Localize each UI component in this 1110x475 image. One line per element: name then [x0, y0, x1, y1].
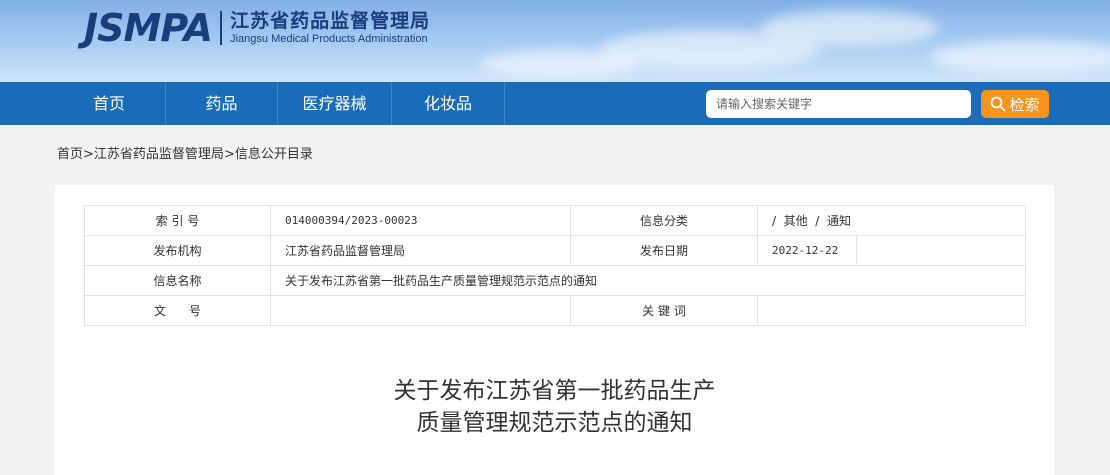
breadcrumb-item-agency[interactable]: 江苏省药品监督管理局: [94, 147, 224, 162]
keywords-label: 关 键 词: [570, 295, 758, 326]
date-value: 2022-12-22: [757, 235, 857, 266]
banner-cloud: [930, 40, 1110, 74]
search-button-label: 检索: [1009, 95, 1040, 114]
category-label: 信息分类: [570, 205, 758, 236]
docno-value: [270, 295, 571, 326]
name-value: 关于发布江苏省第一批药品生产质量管理规范示范点的通知: [269, 265, 1027, 296]
breadcrumb-item-home[interactable]: 首页: [57, 147, 83, 162]
info-table: 索 引 号 014000394/2023-00023 信息分类 / 其他 / 通…: [84, 205, 1027, 326]
logo-names: 江苏省药品监督管理局 Jiangsu Medical Products Admi…: [230, 10, 430, 46]
nav-list: 首页 药品 医疗器械 化妆品: [53, 82, 505, 125]
nav-item-medical-devices[interactable]: 医疗器械: [278, 82, 392, 125]
logo-divider: [220, 11, 223, 45]
logo-abbr: JSMPA: [84, 6, 213, 50]
banner-cloud: [760, 10, 940, 46]
org-name-cn: 江苏省药品监督管理局: [230, 10, 431, 32]
article-title: 关于发布江苏省第一批药品生产 质量管理规范示范点的通知: [55, 375, 1054, 439]
breadcrumb-separator: >: [223, 147, 235, 162]
org-name-en: Jiangsu Medical Products Administration: [230, 33, 428, 45]
nav-item-home[interactable]: 首页: [53, 82, 166, 125]
index-value: 014000394/2023-00023: [270, 205, 571, 236]
nav-item-cosmetics[interactable]: 化妆品: [392, 82, 505, 125]
date-empty-cell: [855, 235, 1027, 266]
search-input[interactable]: [706, 90, 971, 118]
breadcrumb-item-catalog[interactable]: 信息公开目录: [235, 147, 313, 162]
table-row: 发布机构 江苏省药品监督管理局 发布日期 2022-12-22: [84, 235, 1027, 266]
publisher-value: 江苏省药品监督管理局: [270, 235, 571, 266]
breadcrumb: 首页>江苏省药品监督管理局>信息公开目录: [57, 146, 313, 164]
banner-cloud: [480, 50, 640, 78]
category-value: / 其他 / 通知: [756, 205, 1027, 236]
name-label: 信息名称: [84, 265, 271, 296]
table-row: 信息名称 关于发布江苏省第一批药品生产质量管理规范示范点的通知: [84, 265, 1027, 296]
date-label: 发布日期: [570, 235, 758, 266]
index-label: 索 引 号: [84, 205, 271, 236]
table-row: 索 引 号 014000394/2023-00023 信息分类 / 其他 / 通…: [84, 205, 1027, 236]
content-panel: 索 引 号 014000394/2023-00023 信息分类 / 其他 / 通…: [55, 185, 1054, 475]
docno-label: 文 号: [84, 295, 271, 326]
nav-item-drugs[interactable]: 药品: [166, 82, 278, 125]
search-icon: [990, 96, 1006, 112]
article-title-line: 质量管理规范示范点的通知: [416, 410, 693, 436]
keywords-value: [756, 295, 1027, 326]
header-banner: JSMPA 江苏省药品监督管理局 Jiangsu Medical Product…: [0, 0, 1110, 82]
breadcrumb-separator: >: [83, 147, 94, 162]
table-row: 文 号 关 键 词: [84, 295, 1027, 326]
article-title-line: 关于发布江苏省第一批药品生产: [393, 378, 716, 404]
site-logo[interactable]: JSMPA 江苏省药品监督管理局 Jiangsu Medical Product…: [84, 6, 430, 50]
search-button[interactable]: 检索: [981, 90, 1049, 118]
publisher-label: 发布机构: [84, 235, 271, 266]
